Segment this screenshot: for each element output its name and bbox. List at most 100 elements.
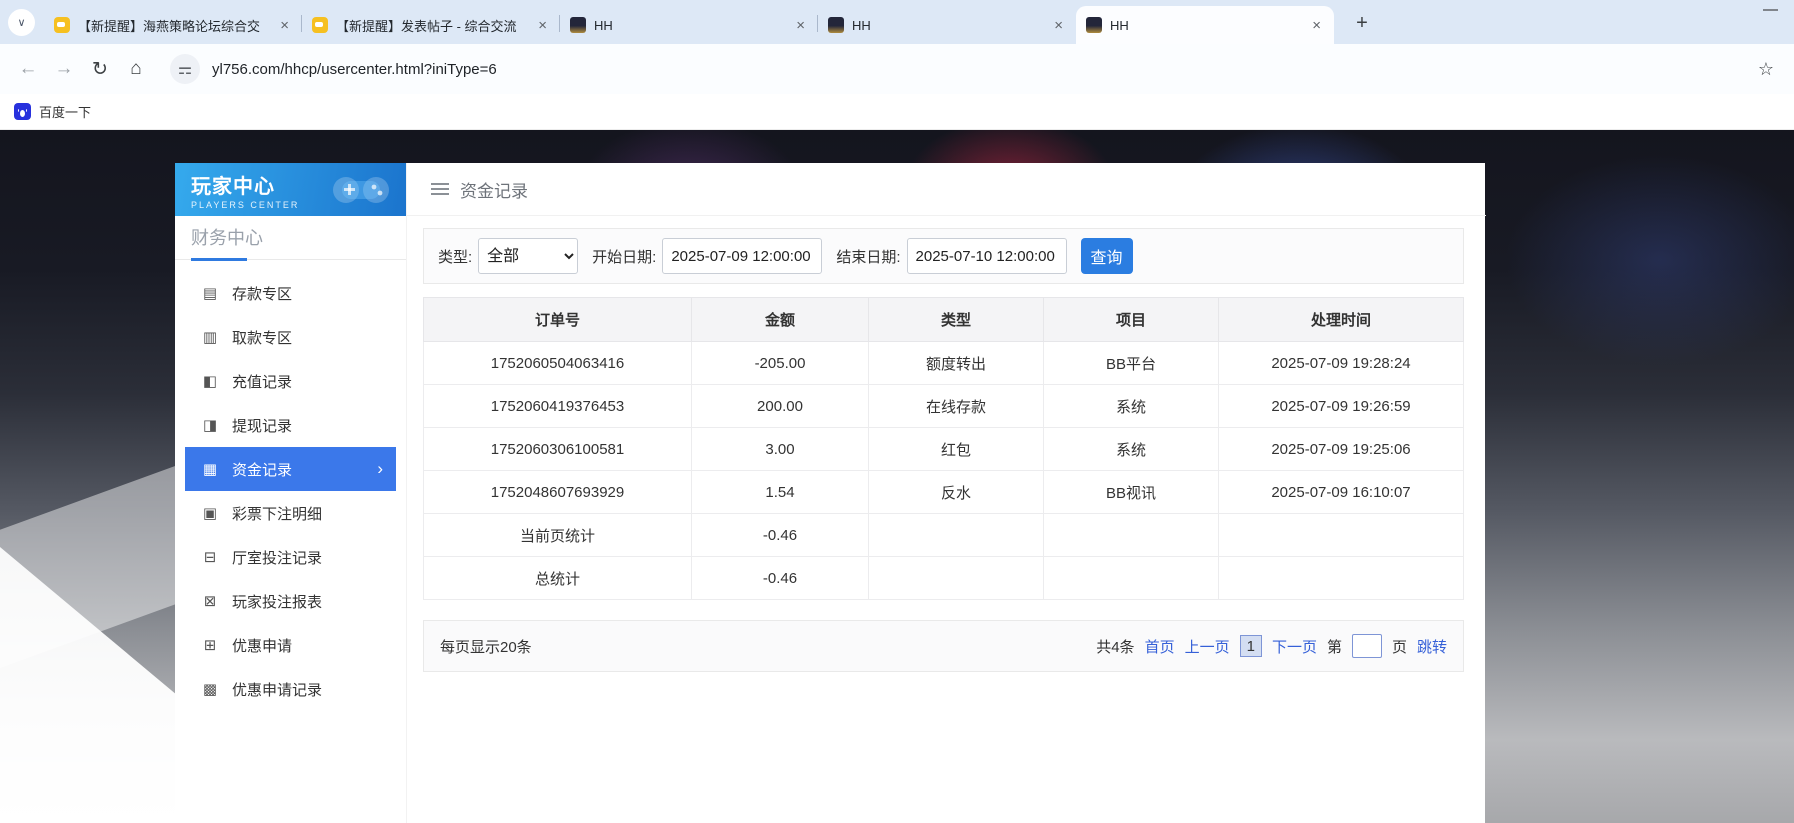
cell-order-no: 1752048607693929 — [424, 471, 692, 514]
forward-button[interactable]: → — [46, 51, 82, 87]
close-icon[interactable]: × — [793, 17, 808, 34]
tab-3[interactable]: HH × — [560, 6, 818, 44]
sidebar-header: 玩家中心 PLAYERS CENTER — [175, 163, 406, 216]
new-tab-button[interactable]: + — [1348, 9, 1376, 37]
jump-suffix-label: 页 — [1392, 636, 1407, 657]
cell-empty — [1044, 514, 1219, 557]
cell-summary-label: 当前页统计 — [424, 514, 692, 557]
address-bar[interactable]: yl756.com/hhcp/usercenter.html?iniType=6 — [212, 61, 497, 78]
cell-amount: 200.00 — [692, 385, 869, 428]
filter-bar: 类型: 全部 开始日期: 结束日期: 查询 — [423, 228, 1464, 284]
col-order-no: 订单号 — [424, 298, 692, 342]
withdraw-icon: ▥ — [201, 328, 219, 346]
back-button[interactable]: ← — [10, 51, 46, 87]
close-icon[interactable]: × — [1051, 17, 1066, 34]
sidebar-item-withdraw[interactable]: ▥ 取款专区 — [185, 315, 396, 359]
cell-project: 系统 — [1044, 385, 1219, 428]
cell-summary-amount: -0.46 — [692, 514, 869, 557]
sidebar-item-hall-bet-records[interactable]: ⊟ 厅室投注记录 — [185, 535, 396, 579]
tab-4[interactable]: HH × — [818, 6, 1076, 44]
tab-title: 【新提醒】发表帖子 - 综合交流 — [336, 16, 527, 35]
close-icon[interactable]: × — [535, 17, 550, 34]
sidebar-item-promo-apply-records[interactable]: ▩ 优惠申请记录 — [185, 667, 396, 711]
total-count-label: 共4条 — [1096, 636, 1134, 657]
current-page-indicator[interactable]: 1 — [1240, 635, 1262, 657]
sidebar-item-lottery-bet-details[interactable]: ▣ 彩票下注明细 — [185, 491, 396, 535]
tab-strip: ∨ 【新提醒】海燕策略论坛综合交 × 【新提醒】发表帖子 - 综合交流 × HH… — [0, 0, 1794, 44]
sidebar-item-label: 充值记录 — [232, 371, 292, 392]
prev-page-link[interactable]: 上一页 — [1185, 636, 1230, 657]
close-icon[interactable]: × — [277, 17, 292, 34]
cell-type: 额度转出 — [869, 342, 1044, 385]
bookmark-baidu[interactable]: 百度一下 — [39, 102, 91, 121]
sidebar-menu: ▤ 存款专区 ▥ 取款专区 ◧ 充值记录 ◨ 提现记录 — [175, 271, 406, 711]
sidebar-item-withdrawal-records[interactable]: ◨ 提现记录 — [185, 403, 396, 447]
close-icon[interactable]: × — [1309, 17, 1324, 34]
sidebar-item-label: 存款专区 — [232, 283, 292, 304]
tab-2[interactable]: 【新提醒】发表帖子 - 综合交流 × — [302, 6, 560, 44]
tab-5-active[interactable]: HH × — [1076, 6, 1334, 44]
minimize-button[interactable]: — — [1763, 1, 1778, 18]
chevron-right-icon: › — [377, 459, 383, 479]
player-report-icon: ⊠ — [201, 592, 219, 610]
baidu-favicon — [14, 103, 31, 120]
cell-time: 2025-07-09 19:25:06 — [1219, 428, 1464, 471]
sidebar-item-recharge-records[interactable]: ◧ 充值记录 — [185, 359, 396, 403]
sidebar-item-label: 优惠申请 — [232, 635, 292, 656]
per-page-label: 每页显示20条 — [440, 636, 532, 657]
cell-amount: 1.54 — [692, 471, 869, 514]
start-date-input[interactable] — [662, 238, 822, 274]
pagination-bar: 每页显示20条 共4条 首页 上一页 1 下一页 第 页 跳转 — [423, 620, 1464, 672]
sidebar: 玩家中心 PLAYERS CENTER 财务中心 ▤ — [175, 163, 407, 823]
end-date-input[interactable] — [907, 238, 1067, 274]
recharge-icon: ◧ — [201, 372, 219, 390]
cell-empty — [1219, 514, 1464, 557]
sidebar-item-fund-records[interactable]: ▦ 资金记录 › — [185, 447, 396, 491]
sidebar-item-player-bet-report[interactable]: ⊠ 玩家投注报表 — [185, 579, 396, 623]
cell-project: BB平台 — [1044, 342, 1219, 385]
query-button[interactable]: 查询 — [1081, 238, 1133, 274]
player-center-panel: 玩家中心 PLAYERS CENTER 财务中心 ▤ — [175, 163, 1485, 823]
cell-amount: -205.00 — [692, 342, 869, 385]
table-row-page-summary: 当前页统计 -0.46 — [424, 514, 1464, 557]
cell-summary-label: 总统计 — [424, 557, 692, 600]
cell-type: 反水 — [869, 471, 1044, 514]
site-info-icon[interactable]: ⚎ — [170, 54, 200, 84]
fund-record-icon: ▦ — [201, 460, 219, 478]
tab-favicon — [828, 17, 844, 33]
next-page-link[interactable]: 下一页 — [1272, 636, 1317, 657]
col-project: 项目 — [1044, 298, 1219, 342]
tab-1[interactable]: 【新提醒】海燕策略论坛综合交 × — [44, 6, 302, 44]
withdrawal-record-icon: ◨ — [201, 416, 219, 434]
content-area: 资金记录 类型: 全部 开始日期: 结束日期: 查询 — [407, 163, 1486, 823]
first-page-link[interactable]: 首页 — [1145, 636, 1175, 657]
cell-empty — [869, 514, 1044, 557]
deposit-icon: ▤ — [201, 284, 219, 302]
jump-link[interactable]: 跳转 — [1417, 636, 1447, 657]
page-title: 资金记录 — [460, 177, 528, 202]
menu-icon — [431, 183, 449, 195]
tab-search-button[interactable]: ∨ — [8, 9, 35, 36]
content-header: 资金记录 — [407, 163, 1486, 216]
cell-type: 在线存款 — [869, 385, 1044, 428]
cell-summary-amount: -0.46 — [692, 557, 869, 600]
sidebar-item-label: 厅室投注记录 — [232, 547, 322, 568]
sidebar-item-deposit[interactable]: ▤ 存款专区 — [185, 271, 396, 315]
cell-order-no: 1752060306100581 — [424, 428, 692, 471]
page-number-input[interactable] — [1352, 634, 1382, 658]
sidebar-item-label: 提现记录 — [232, 415, 292, 436]
cell-amount: 3.00 — [692, 428, 869, 471]
reload-button[interactable]: ↻ — [82, 51, 118, 87]
hall-bet-icon: ⊟ — [201, 548, 219, 566]
bookmark-star-icon[interactable]: ☆ — [1758, 59, 1774, 80]
table-header-row: 订单号 金额 类型 项目 处理时间 — [424, 298, 1464, 342]
home-button[interactable]: ⌂ — [118, 51, 154, 87]
cell-time: 2025-07-09 19:26:59 — [1219, 385, 1464, 428]
type-select[interactable]: 全部 — [478, 238, 578, 274]
cell-project: 系统 — [1044, 428, 1219, 471]
sidebar-item-promo-apply[interactable]: ⊞ 优惠申请 — [185, 623, 396, 667]
promo-icon: ⊞ — [201, 636, 219, 654]
cell-order-no: 1752060504063416 — [424, 342, 692, 385]
sidebar-item-label: 资金记录 — [232, 459, 292, 480]
gamepad-icon — [324, 169, 398, 211]
